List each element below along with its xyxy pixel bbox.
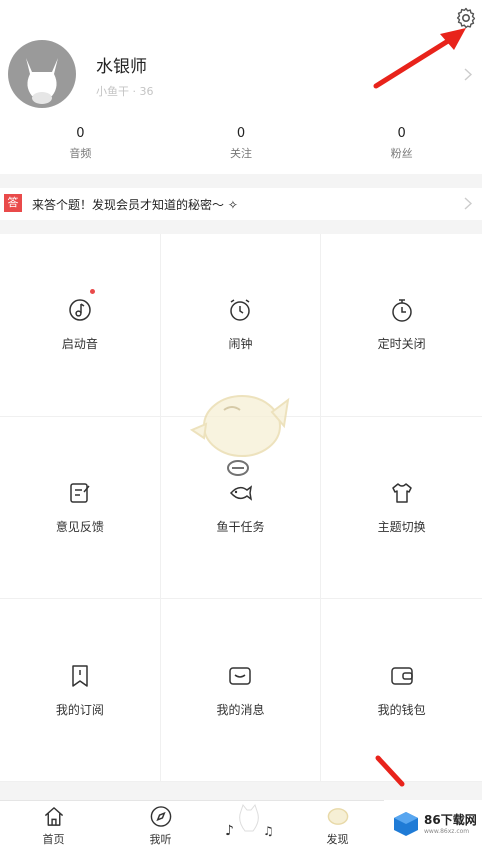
tab-home[interactable]: 首页 (0, 801, 107, 847)
quiz-banner[interactable]: 答 来答个题！发现会员才知道的秘密～ ✧ (0, 188, 482, 220)
watermark-url: www.86xz.com (424, 828, 470, 835)
cube-logo-icon (394, 812, 418, 836)
message-icon (229, 666, 252, 685)
alarm-clock-icon (230, 299, 251, 322)
feature-grid: 启动音 闹钟 定时关闭 意见反馈 鱼干任务 主题切换 我的订阅 我的消息 我的钱… (0, 234, 482, 782)
grid-item-label: 我的消息 (216, 702, 265, 717)
stat-audio-label: 音频 (69, 147, 92, 160)
mascot-watermark (189, 395, 290, 476)
cat-music-icon: ♪ ♫ (225, 803, 274, 839)
grid-item-label: 闹钟 (228, 337, 253, 352)
grid-item-label: 定时关闭 (377, 337, 426, 352)
stat-fans[interactable]: 0 粉丝 (321, 118, 482, 174)
grid-item-label: 鱼干任务 (216, 519, 265, 534)
grid-item-label: 我的钱包 (377, 702, 426, 717)
site-watermark: 86下载网 www.86xz.com (384, 800, 482, 847)
quiz-badge: 答 (4, 194, 22, 212)
avatar[interactable] (8, 40, 76, 108)
quiz-banner-text: 来答个题！发现会员才知道的秘密～ ✧ (32, 198, 238, 212)
discover-icon (327, 808, 348, 825)
grid-item-label: 我的订阅 (55, 702, 104, 717)
stat-audio-value: 0 (76, 126, 85, 141)
grid-item-subscriptions[interactable]: 我的订阅 (0, 599, 161, 782)
tab-label: 首页 (42, 833, 65, 846)
grid-item-startup-sound[interactable]: 启动音 (0, 234, 161, 417)
chevron-right-icon (464, 197, 472, 210)
tab-label: 发现 (326, 833, 349, 846)
svg-text:♫: ♫ (263, 824, 274, 838)
stat-fans-value: 0 (397, 126, 406, 141)
bookmark-icon (72, 664, 88, 687)
tab-discover[interactable]: 发现 (284, 801, 391, 847)
annotation-arrow (375, 755, 405, 787)
cat-avatar-icon (26, 58, 58, 104)
wallet-icon (390, 666, 413, 685)
user-subtitle: 小鱼干 · 36 (96, 85, 154, 98)
svg-text:♪: ♪ (225, 823, 234, 839)
stat-audio[interactable]: 0 音频 (0, 118, 161, 174)
music-note-icon (69, 299, 91, 322)
stopwatch-icon (391, 299, 412, 323)
grid-item-feedback[interactable]: 意见反馈 (0, 416, 161, 600)
annotation-arrow (373, 28, 466, 89)
watermark-name: 86下载网 (424, 813, 477, 827)
home-icon (44, 807, 63, 826)
notification-dot (90, 289, 95, 294)
grid-item-label: 主题切换 (377, 519, 426, 534)
stats-row: 0 音频 0 关注 0 粉丝 (0, 118, 482, 174)
grid-item-theme[interactable]: 主题切换 (321, 417, 482, 600)
stat-fans-label: 粉丝 (390, 147, 413, 160)
tab-label: 我听 (149, 833, 172, 846)
tab-listen[interactable]: 我听 (107, 801, 214, 847)
compass-icon (150, 806, 171, 827)
grid-item-label: 启动音 (61, 337, 98, 352)
feedback-icon (70, 483, 90, 503)
user-name: 水银师 (96, 57, 147, 77)
grid-item-sleep-timer[interactable]: 定时关闭 (321, 234, 482, 417)
stat-following-value: 0 (236, 126, 246, 141)
grid-item-messages[interactable]: 我的消息 (160, 599, 322, 782)
stat-following[interactable]: 0 关注 (161, 118, 322, 174)
tshirt-icon (391, 483, 412, 503)
stat-following-label: 关注 (230, 147, 252, 160)
grid-item-label: 意见反馈 (55, 519, 104, 534)
tab-player[interactable]: ♪ ♫ (214, 801, 284, 847)
